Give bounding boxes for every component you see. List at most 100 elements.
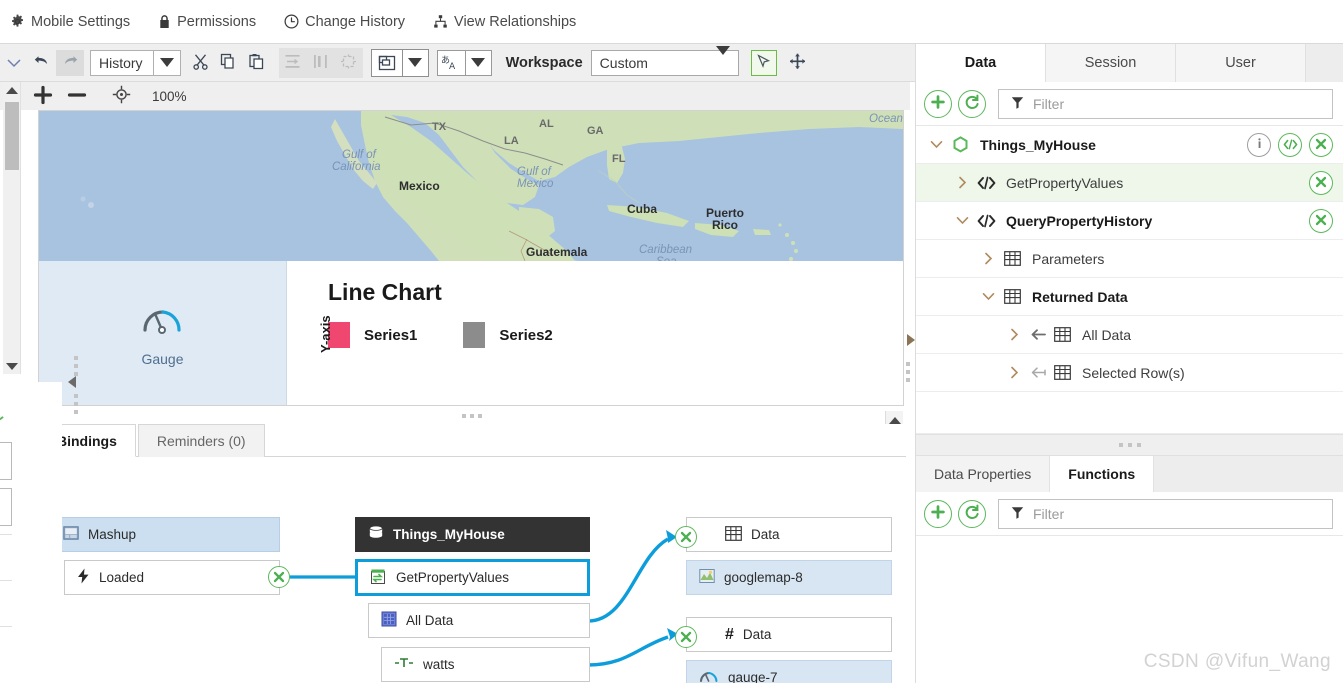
tab-data-properties[interactable]: Data Properties [916,456,1050,492]
tree-row[interactable]: Parameters [916,240,1343,278]
tab-functions[interactable]: Functions [1050,456,1154,492]
node-gauge-data-target[interactable]: # Data [686,617,892,652]
info-button[interactable] [1247,133,1271,157]
node-googlemap-widget[interactable]: googlemap-8 [686,560,892,595]
close-button[interactable] [1309,209,1333,233]
refresh-functions-button[interactable] [958,500,986,528]
chevron-right-icon[interactable] [950,176,974,189]
chevron-down-icon[interactable] [950,216,974,225]
menu-item-mobile-settings[interactable]: Mobile Settings [10,14,130,30]
infotable-icon [381,611,397,630]
tab-session[interactable]: Session [1046,44,1176,82]
code-button[interactable] [1278,133,1302,157]
line-chart-widget[interactable]: Line Chart Series1 Series2 Y-axis [288,261,888,405]
chevron-down-icon[interactable] [976,292,1000,301]
tab-user[interactable]: User [1176,44,1306,82]
tab-data[interactable]: Data [916,44,1046,82]
left-collapsed-panel[interactable] [0,382,62,683]
add-data-button[interactable] [924,90,952,118]
node-watts-field[interactable]: watts [381,647,590,682]
paste-button[interactable] [243,50,271,76]
tree-row[interactable]: Returned Data [916,278,1343,316]
collapse-right-panel-arrow-icon[interactable] [907,334,915,346]
remove-binding-map-button[interactable] [675,526,697,548]
copy-button[interactable] [215,50,243,76]
vertical-splitter-grip-right[interactable] [906,362,910,382]
tree-row[interactable]: GetPropertyValues [916,164,1343,202]
googlemap-widget[interactable]: TXALGALAFLMexicoCubaPuertoRicoGuatemalaG… [39,111,903,261]
chevron-down-icon[interactable] [402,50,428,76]
node-getpropertyvalues-service[interactable]: GetPropertyValues [355,559,590,596]
language-dropdown[interactable]: あA [437,50,492,76]
close-button[interactable] [1309,171,1333,195]
vertical-splitter-grip-left-lower[interactable] [74,394,78,414]
layout-icon [372,50,402,76]
mashup-canvas[interactable]: TXALGALAFLMexicoCubaPuertoRicoGuatemalaG… [38,110,904,406]
node-label: googlemap-8 [724,570,803,585]
close-icon [1315,137,1327,153]
tab-reminders[interactable]: Reminders (0) [138,424,265,457]
redo-button[interactable] [56,50,84,76]
menu-item-view-relationships[interactable]: View Relationships [433,14,576,30]
scrollbar-thumb[interactable] [5,102,19,170]
tree-row-label: QueryPropertyHistory [1006,213,1152,229]
remove-binding-loaded-button[interactable] [268,566,290,588]
node-googlemap-data-target[interactable]: Data [686,517,892,552]
tree-row[interactable]: QueryPropertyHistory [916,202,1343,240]
node-things-myhouse-header[interactable]: Things_MyHouse [355,517,590,552]
remove-binding-gauge-button[interactable] [675,626,697,648]
left-stub-circle[interactable] [0,392,8,422]
menu-item-change-history[interactable]: Change History [284,14,405,30]
scroll-down-arrow-icon[interactable] [3,358,21,374]
chart-title: Line Chart [328,279,888,306]
service-icon [370,568,387,588]
chevron-down-icon[interactable] [924,140,948,149]
chevron-down-icon[interactable] [153,51,180,75]
right-panel-splitter[interactable] [916,434,1343,456]
undo-button[interactable] [28,50,56,76]
toolbar-expand-chevron-icon[interactable] [0,58,28,68]
zoom-out-button[interactable] [60,85,94,108]
move-tool-button[interactable] [785,50,811,76]
left-stub-box-1[interactable] [0,442,12,480]
node-all-data-output[interactable]: All Data [368,603,590,638]
tree-row[interactable]: All Data [916,316,1343,354]
node-loaded-event[interactable]: Loaded [64,560,280,595]
functions-filter-input[interactable]: Filter [998,499,1333,529]
menu-item-permissions[interactable]: Permissions [158,14,256,30]
right-panel-tabstrip: Data Session User [916,44,1343,82]
vertical-splitter-grip-left[interactable] [74,356,78,376]
tree-row[interactable]: Things_MyHouse [916,126,1343,164]
left-stub-box-2[interactable] [0,488,12,526]
bindings-diagram[interactable]: Mashup Loaded Things_MyHouse GetProperty… [38,457,906,683]
select-tool-button[interactable] [751,50,777,76]
refresh-data-button[interactable] [958,90,986,118]
filter-placeholder: Filter [1033,506,1064,522]
code-icon [1283,137,1298,153]
chevron-right-icon[interactable] [1002,328,1026,341]
entity-hex-icon [948,136,972,153]
gauge-widget[interactable]: Gauge [39,261,287,405]
move-cross-icon [789,53,806,73]
workspace-select[interactable]: Custom [591,50,739,76]
scroll-up-arrow-icon[interactable] [3,82,21,98]
left-vertical-scrollbar[interactable] [3,82,21,374]
zoom-in-button[interactable] [26,85,60,108]
layout-dropdown[interactable] [371,49,429,77]
chevron-down-icon[interactable] [465,51,491,75]
horizontal-splitter-grip[interactable] [462,414,482,418]
node-mashup[interactable]: Mashup [50,517,280,552]
data-filter-input[interactable]: Filter [998,89,1333,119]
chevron-right-icon[interactable] [976,252,1000,265]
cut-button[interactable] [187,50,215,76]
recenter-button[interactable] [104,85,138,107]
node-gauge-widget[interactable]: gauge-7 [686,660,892,683]
data-tree[interactable]: Things_MyHouseGetPropertyValues QueryProp… [916,126,1343,392]
chevron-right-icon[interactable] [1002,366,1026,379]
collapse-left-panel-arrow-icon[interactable] [68,376,76,388]
close-button[interactable] [1309,133,1333,157]
tree-row[interactable]: Selected Row(s) [916,354,1343,392]
add-function-button[interactable] [924,500,952,528]
tab-label: Functions [1068,466,1135,482]
history-dropdown[interactable]: History [90,50,181,76]
